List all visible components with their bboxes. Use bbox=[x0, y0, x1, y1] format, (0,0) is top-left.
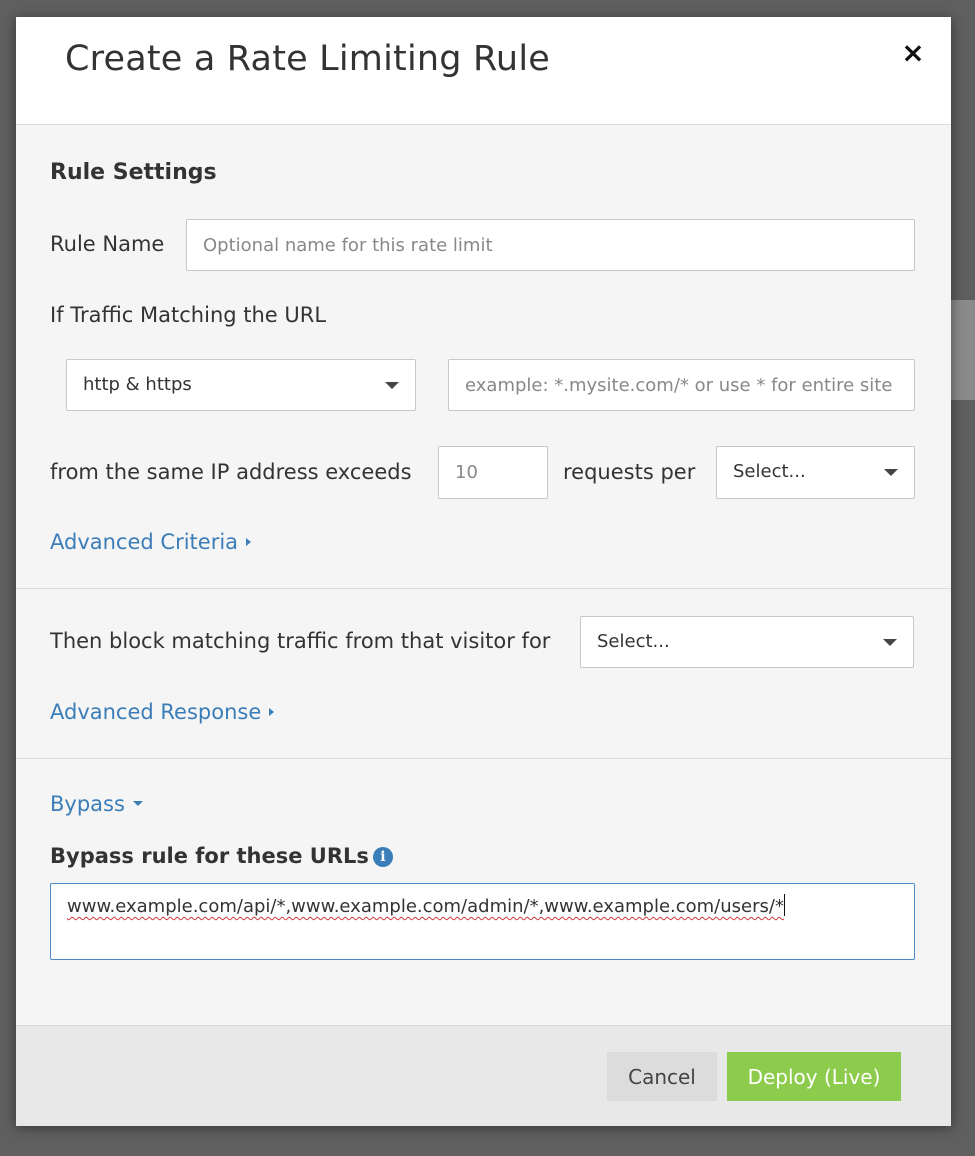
block-duration-select-value: Select... bbox=[597, 631, 670, 652]
chevron-down-icon bbox=[884, 469, 898, 476]
bypass-toggle-label: Bypass bbox=[50, 792, 125, 816]
ip-exceeds-label: from the same IP address exceeds bbox=[50, 460, 412, 484]
bypass-urls-value: www.example.com/api/*,www.example.com/ad… bbox=[67, 896, 784, 917]
protocol-select[interactable]: http & https bbox=[66, 359, 416, 411]
cancel-button[interactable]: Cancel bbox=[607, 1052, 717, 1101]
close-icon[interactable]: × bbox=[899, 39, 927, 67]
bypass-urls-label-text: Bypass rule for these URLs bbox=[50, 844, 369, 868]
period-select[interactable]: Select... bbox=[716, 446, 915, 499]
advanced-response-label: Advanced Response bbox=[50, 700, 262, 724]
section-divider bbox=[16, 758, 951, 759]
bypass-toggle[interactable]: Bypass bbox=[50, 792, 143, 816]
text-cursor bbox=[783, 894, 785, 916]
section-divider bbox=[16, 588, 951, 589]
rate-limiting-modal: Create a Rate Limiting Rule × Rule Setti… bbox=[16, 17, 951, 1126]
period-select-value: Select... bbox=[733, 461, 806, 482]
block-duration-label: Then block matching traffic from that vi… bbox=[50, 629, 551, 653]
rule-name-input[interactable] bbox=[186, 219, 915, 271]
requests-count-input[interactable] bbox=[438, 446, 548, 499]
bypass-urls-label: Bypass rule for these URLs i bbox=[50, 844, 393, 868]
url-pattern-input[interactable] bbox=[448, 359, 915, 411]
modal-header: Create a Rate Limiting Rule × bbox=[16, 17, 951, 125]
modal-title: Create a Rate Limiting Rule bbox=[65, 39, 550, 79]
protocol-select-value: http & https bbox=[83, 374, 192, 395]
rule-name-label: Rule Name bbox=[50, 232, 165, 256]
bypass-urls-textarea[interactable]: www.example.com/api/*,www.example.com/ad… bbox=[50, 883, 915, 960]
modal-footer: Cancel Deploy (Live) bbox=[16, 1025, 951, 1126]
caret-right-icon bbox=[246, 537, 252, 546]
advanced-criteria-label: Advanced Criteria bbox=[50, 530, 239, 554]
deploy-live-button[interactable]: Deploy (Live) bbox=[727, 1052, 901, 1101]
section-title-rule-settings: Rule Settings bbox=[50, 160, 217, 185]
advanced-criteria-link[interactable]: Advanced Criteria bbox=[50, 530, 252, 554]
advanced-response-link[interactable]: Advanced Response bbox=[50, 700, 275, 724]
caret-right-icon bbox=[269, 707, 275, 716]
info-icon[interactable]: i bbox=[372, 847, 393, 867]
caret-down-icon bbox=[132, 801, 143, 806]
requests-per-label: requests per bbox=[563, 460, 696, 484]
chevron-down-icon bbox=[385, 382, 399, 389]
block-duration-select[interactable]: Select... bbox=[580, 616, 914, 668]
url-match-label: If Traffic Matching the URL bbox=[50, 303, 327, 327]
chevron-down-icon bbox=[883, 639, 897, 646]
